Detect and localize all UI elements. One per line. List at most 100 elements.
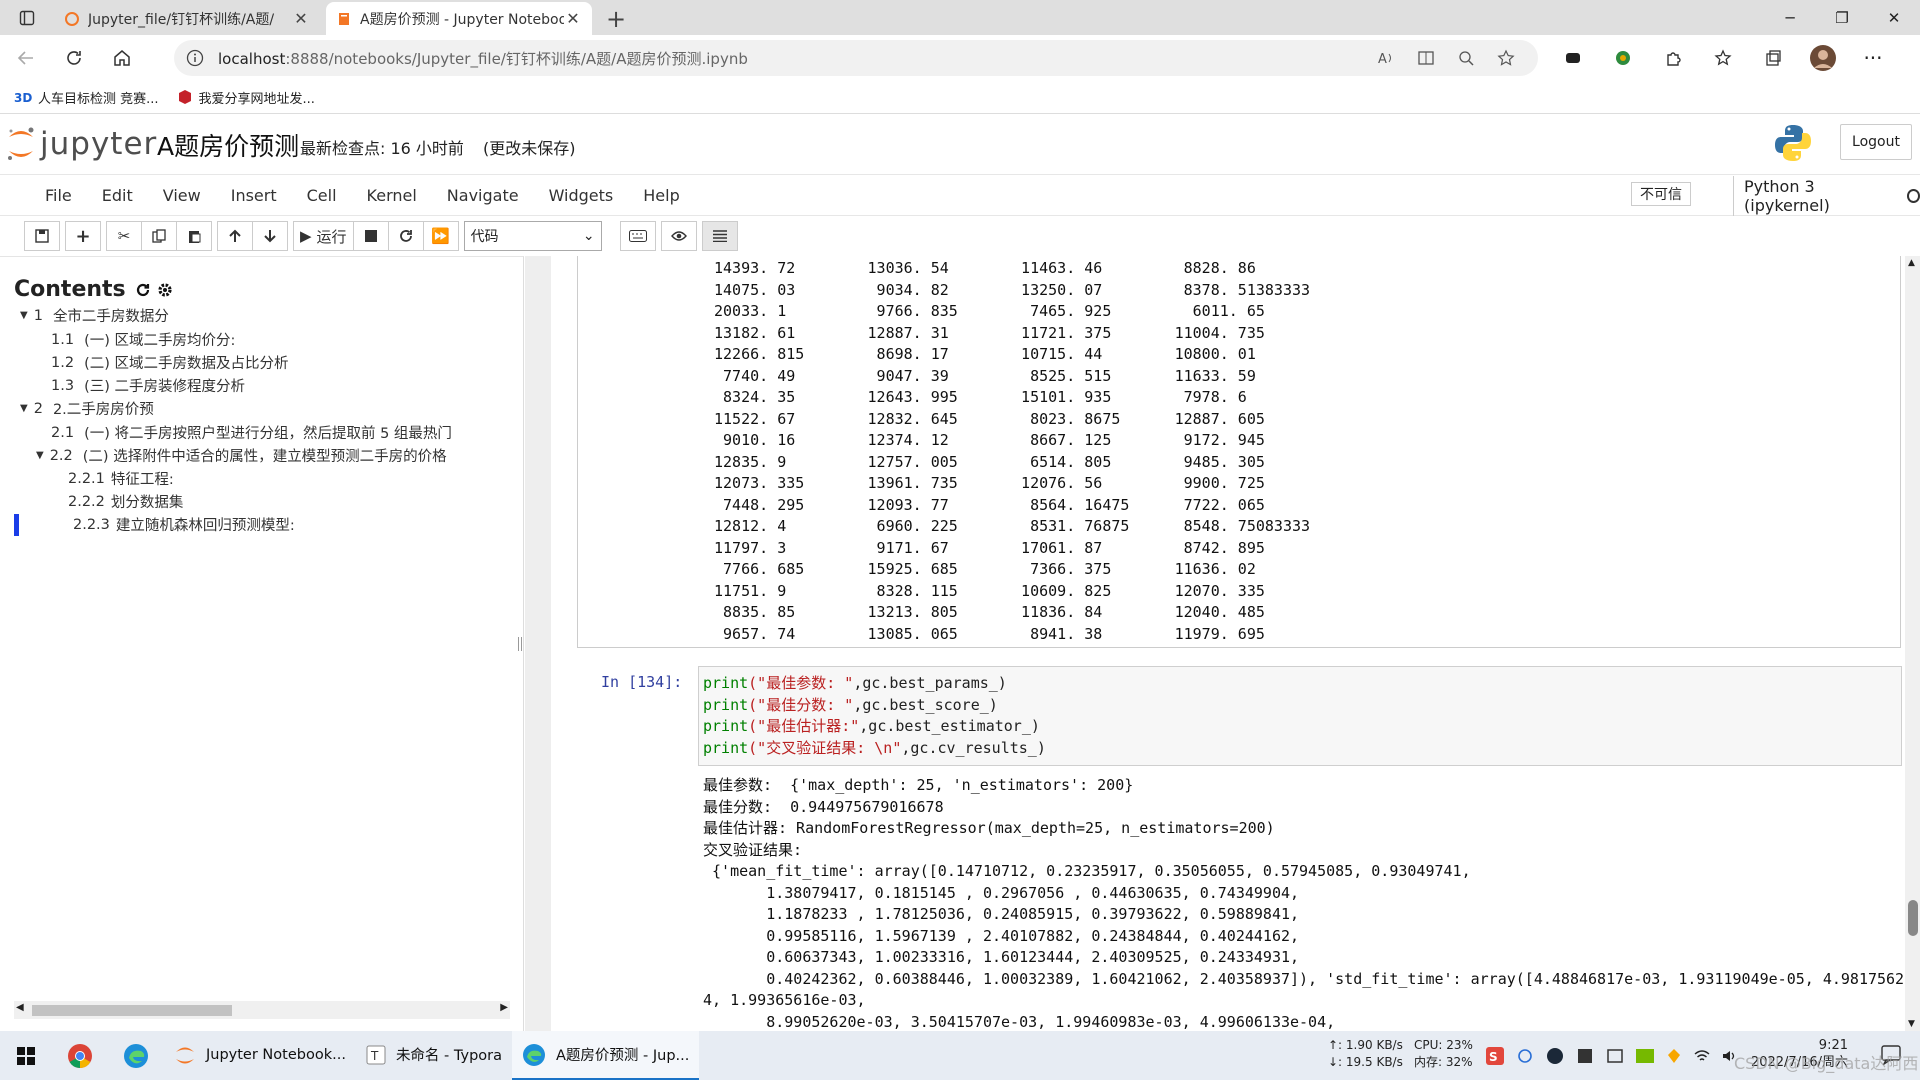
bookmark-item[interactable]: 3D 人车目标检测 竞赛... [14, 88, 159, 107]
copy-icon[interactable] [141, 221, 177, 251]
menu-navigate[interactable]: Navigate [432, 186, 534, 205]
toc-item[interactable]: 2.1 (一) 将二手房按照户型进行分组，然后提取前 5 组最热门 [51, 422, 452, 443]
favorite-add-icon[interactable] [1486, 43, 1526, 73]
kernel-idle-icon [1906, 189, 1920, 203]
taskbar-app-edge-notebook[interactable]: A题房价预测 - Jup... [512, 1031, 700, 1080]
notebook-vertical-scrollbar[interactable]: ▲ ▼ [1905, 256, 1920, 1031]
wifi-icon[interactable] [1694, 1049, 1710, 1063]
caret-down-icon[interactable]: ▼ [20, 310, 28, 321]
menu-kernel[interactable]: Kernel [352, 186, 432, 205]
run-button[interactable]: ▶ 运行 [293, 221, 354, 251]
jupyter-logo[interactable]: jupyter [6, 125, 157, 163]
more-options-icon[interactable]: ··· [1848, 38, 1898, 78]
scroll-right-icon[interactable]: ▶ [500, 1002, 508, 1013]
notebook-title[interactable]: A题房价预测 [157, 127, 299, 163]
restart-icon[interactable] [387, 221, 424, 251]
stop-icon[interactable] [352, 221, 389, 251]
scroll-down-icon[interactable]: ▼ [1908, 1019, 1915, 1029]
edge-icon[interactable] [108, 1031, 164, 1080]
code-text[interactable]: print("最佳参数: ",gc.best_params_) print("最… [703, 673, 1046, 759]
toc-item-current[interactable]: 2.2.3 建立随机森林回归预测模型: [73, 514, 295, 535]
scrollbar-thumb[interactable] [32, 1005, 232, 1016]
scroll-left-icon[interactable]: ◀ [16, 1002, 24, 1013]
tab-actions-icon[interactable] [0, 0, 54, 35]
toc-toggle-icon[interactable] [701, 221, 738, 251]
home-icon[interactable] [100, 38, 144, 78]
app-tray-icon[interactable] [1666, 1048, 1682, 1064]
refresh-icon[interactable] [134, 281, 152, 299]
wps-icon[interactable]: S [1486, 1046, 1504, 1065]
app-tray-icon[interactable] [1606, 1047, 1624, 1065]
save-icon[interactable] [24, 221, 60, 251]
toc-item[interactable]: ▼ 2.2 (二) 选择附件中适合的属性，建立模型预测二手房的价格 [36, 445, 447, 466]
collections-icon[interactable] [1748, 38, 1798, 78]
scrolled-output-area[interactable]: 14393. 72 13036. 54 11463. 46 8828. 86 1… [577, 256, 1901, 648]
toc-item[interactable]: 1.2 (二) 区域二手房数据及占比分析 [51, 352, 289, 373]
extensions-icon[interactable] [1648, 38, 1698, 78]
steam-icon[interactable] [1546, 1047, 1564, 1065]
zoom-icon[interactable] [1446, 43, 1486, 73]
fast-forward-icon[interactable]: ⏩ [422, 221, 459, 251]
bookmark-icon: 3D [14, 90, 32, 104]
read-aloud-icon[interactable]: A [1366, 43, 1406, 73]
close-window-icon[interactable]: ✕ [1868, 0, 1920, 35]
toc-item[interactable]: 1.3 (三) 二手房装修程度分析 [51, 375, 245, 396]
move-down-icon[interactable] [252, 221, 288, 251]
close-tab-icon[interactable]: ✕ [292, 9, 310, 28]
menu-cell[interactable]: Cell [292, 186, 352, 205]
scroll-up-icon[interactable]: ▲ [1908, 258, 1915, 268]
menu-help[interactable]: Help [628, 186, 694, 205]
browser-tab-notebook[interactable]: A题房价预测 - Jupyter Notebook ✕ [326, 2, 592, 35]
cut-icon[interactable]: ✂ [106, 221, 142, 251]
cell-prompt: In [134]: [601, 673, 683, 691]
url-text[interactable]: localhost:8888/notebooks/Jupyter_file/钉钉… [218, 48, 1366, 69]
close-tab-icon[interactable]: ✕ [564, 9, 582, 28]
menu-widgets[interactable]: Widgets [534, 186, 629, 205]
keyboard-icon[interactable] [619, 221, 656, 251]
scrollbar-thumb[interactable] [1908, 900, 1918, 936]
back-icon[interactable] [4, 38, 48, 78]
menu-insert[interactable]: Insert [216, 186, 292, 205]
app-tray-icon[interactable] [1576, 1047, 1594, 1065]
menu-view[interactable]: View [148, 186, 216, 205]
toc-item[interactable]: 1.1 (一) 区域二手房均价分: [51, 329, 235, 350]
profile-avatar[interactable] [1798, 38, 1848, 78]
logout-button[interactable]: Logout [1840, 124, 1912, 160]
eye-icon[interactable] [660, 221, 697, 251]
cloud-icon[interactable] [1516, 1048, 1534, 1063]
caret-down-icon[interactable]: ▼ [36, 450, 44, 461]
minimize-icon[interactable]: ─ [1764, 0, 1816, 35]
taskbar-app-typora[interactable]: T 未命名 - Typora [356, 1031, 512, 1080]
cell-type-select[interactable]: 代码 ⌄ [463, 221, 602, 251]
chrome-icon[interactable] [52, 1031, 108, 1080]
toc-resize-handle[interactable] [518, 637, 522, 651]
move-up-icon[interactable] [217, 221, 253, 251]
nvidia-icon[interactable] [1636, 1048, 1654, 1063]
toc-item[interactable]: ▼ 1 全市二手房数据分 [20, 305, 169, 326]
paste-icon[interactable] [176, 221, 212, 251]
address-bar[interactable]: localhost:8888/notebooks/Jupyter_file/钉钉… [174, 40, 1538, 76]
browser-tab-file-list[interactable]: Jupyter_file/钉钉杯训练/A题/ ✕ [54, 2, 320, 35]
new-tab-button[interactable]: + [598, 2, 634, 35]
info-icon[interactable] [186, 49, 204, 67]
bookmark-item[interactable]: 我爱分享网地址发... [177, 88, 315, 107]
maximize-icon[interactable]: ❐ [1816, 0, 1868, 35]
extension-globe-icon[interactable] [1598, 38, 1648, 78]
start-icon[interactable] [0, 1031, 52, 1080]
taskbar-app-jupyter[interactable]: Jupyter Notebook... [164, 1031, 356, 1080]
toc-item[interactable]: 2.2.2 划分数据集 [68, 491, 183, 512]
refresh-icon[interactable] [52, 38, 96, 78]
caret-down-icon[interactable]: ▼ [20, 403, 28, 414]
toc-item[interactable]: 2.2.1 特征工程: [68, 468, 174, 489]
toc-horizontal-scrollbar[interactable]: ◀ ▶ [14, 1001, 510, 1019]
code-cell-input[interactable]: print("最佳参数: ",gc.best_params_) print("最… [698, 666, 1902, 766]
trust-status-button[interactable]: 不可信 [1631, 182, 1691, 206]
toc-item[interactable]: ▼ 2 2.二手房房价预 [20, 398, 154, 419]
immersive-reader-icon[interactable] [1406, 43, 1446, 73]
gear-icon[interactable] [156, 281, 174, 299]
menu-file[interactable]: File [30, 186, 87, 205]
extension-icon[interactable] [1548, 38, 1598, 78]
favorites-icon[interactable] [1698, 38, 1748, 78]
menu-edit[interactable]: Edit [87, 186, 148, 205]
insert-cell-icon[interactable]: + [65, 221, 101, 251]
